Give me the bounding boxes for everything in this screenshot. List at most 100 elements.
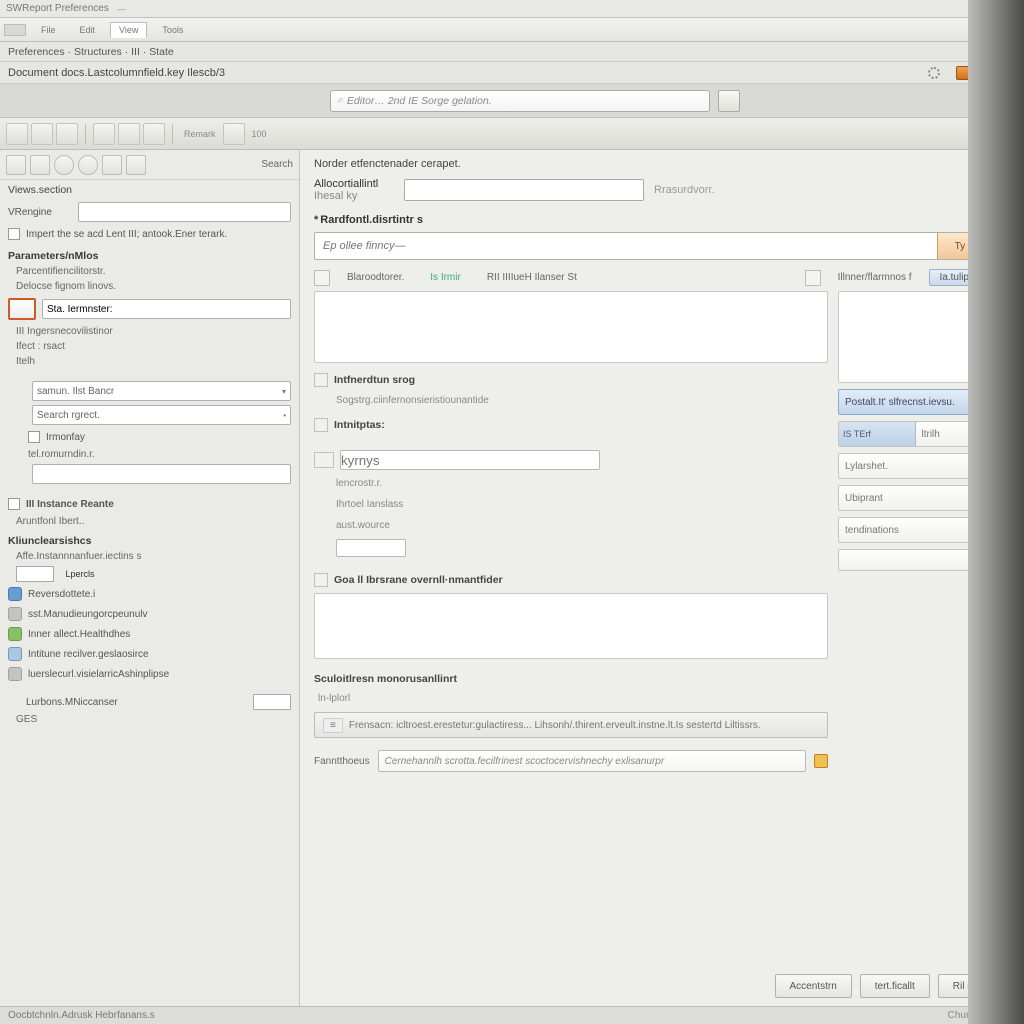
left-item-0[interactable]: Reversdottete.i xyxy=(28,589,95,600)
min-button[interactable] xyxy=(956,66,974,80)
left-blank-icon[interactable] xyxy=(8,465,26,483)
f-required: Rardfontl.disrtintr s xyxy=(314,214,1010,226)
left-bottom-input[interactable] xyxy=(253,694,291,710)
tab-4[interactable]: Illnner/flarmnos f xyxy=(829,268,921,287)
side-preview xyxy=(838,291,1010,383)
left-group-params: Parameters/nMlos xyxy=(0,244,299,264)
left-item-4[interactable]: luerslecurl.visielarricAshinplipse xyxy=(28,669,169,680)
ribbon-tab-help[interactable]: Help xyxy=(983,22,1020,38)
sect-goal: Goa ll Ibrsrane overnll·nmantfider xyxy=(334,574,503,586)
ribbon-tab-view[interactable]: View xyxy=(110,22,147,38)
bytes-input[interactable] xyxy=(340,450,600,470)
left-item-1[interactable]: sst.Manudieungorcpeunulv xyxy=(28,609,148,620)
search-go-button[interactable] xyxy=(718,90,740,112)
big-search-input[interactable] xyxy=(315,233,937,259)
left-chk1[interactable] xyxy=(8,228,20,240)
sect-intstars: Intnitptas: xyxy=(334,419,385,431)
iter-icon xyxy=(314,373,328,387)
bytes-mini-input[interactable] xyxy=(336,539,406,557)
lbtn-6[interactable] xyxy=(126,155,146,175)
ribbon-tab-file[interactable]: File xyxy=(32,22,65,38)
tb-btn-1[interactable] xyxy=(6,123,28,145)
left-combo1-text: samun. Ilst Bancr xyxy=(37,386,114,397)
left-mini-input[interactable] xyxy=(16,566,54,582)
side-box3[interactable]: Lylarshet. xyxy=(838,453,1010,479)
cancel-button[interactable]: tert.ficallt xyxy=(860,974,930,998)
left-mini-btn[interactable]: Lpercls xyxy=(60,569,100,579)
side-box5[interactable]: tendinations xyxy=(838,517,1010,543)
path-box[interactable]: Cernehannlh scrotta.fecilfrinest scoctoc… xyxy=(378,750,806,772)
lbtn-4[interactable] xyxy=(78,155,98,175)
left-item-3[interactable]: Intitune recilver.geslaosirce xyxy=(28,649,149,660)
left-sel1[interactable]: Search rgrect.• xyxy=(32,405,291,425)
tb-btn-6[interactable] xyxy=(143,123,165,145)
left-field1-label: VRengine xyxy=(8,207,72,218)
left-panel: Search Views.section VRengine Impert the… xyxy=(0,150,300,1006)
dialog-buttons: Accentstrn tert.ficallt Ril st·rfirs xyxy=(314,964,1010,1002)
left-instance-chk[interactable] xyxy=(8,498,20,510)
left-combo-icon[interactable] xyxy=(8,382,26,400)
side-box4[interactable]: Ubiprant xyxy=(838,485,1010,511)
left-afterthumb-1: Ifect : rsact xyxy=(0,339,299,354)
ribbon-tab-edit[interactable]: Edit xyxy=(71,22,105,38)
sect-subm-sub: ln-lplorl xyxy=(314,691,828,706)
left-subline: tel.romurndin.r. xyxy=(0,447,299,462)
left-combo1[interactable]: samun. Ilst Bancr▾ xyxy=(32,381,291,401)
lbtn-2[interactable] xyxy=(30,155,50,175)
gear-icon[interactable] xyxy=(928,67,940,79)
tab-1[interactable]: Blaroodtorer. xyxy=(338,268,413,287)
intstars-icon xyxy=(314,418,328,432)
left-group-instance: III Instance Reante xyxy=(26,499,114,510)
left-group-refs: Kliunclearsishcs xyxy=(0,529,299,549)
tb-btn-5[interactable] xyxy=(118,123,140,145)
left-bottom-chk[interactable] xyxy=(8,696,20,708)
tab-chip[interactable]: Ia.tuliphorncy xyxy=(929,269,1010,286)
note-text: Frensacn: icltroest.erestetur:gulactires… xyxy=(349,720,761,731)
ribbon-tab-tools[interactable]: Tools xyxy=(153,22,192,38)
lbtn-1[interactable] xyxy=(6,155,26,175)
left-thumb-input[interactable] xyxy=(42,299,291,319)
tb-btn-7[interactable] xyxy=(223,123,245,145)
left-item-2[interactable]: Inner allect.Healthdhes xyxy=(28,629,130,640)
lbtn-5[interactable] xyxy=(102,155,122,175)
left-sel1-text: Search rgrect. xyxy=(37,410,100,421)
global-search[interactable]: ⌕ Editor… 2nd IE Sorge gelation. xyxy=(330,90,710,112)
tb-btn-3[interactable] xyxy=(56,123,78,145)
desc-textarea[interactable] xyxy=(314,291,828,363)
side-box2[interactable]: IS TErf ltrilh xyxy=(838,421,1010,447)
side-box1[interactable]: Postalt.It' slfrecnst.ievsu. xyxy=(838,389,1010,415)
ribbon-tabs: File Edit View Tools Help xyxy=(0,18,1024,42)
left-thumb-icon[interactable] xyxy=(8,298,36,320)
global-search-strip: ⌕ Editor… 2nd IE Sorge gelation. xyxy=(0,84,1024,118)
big-search-go[interactable]: Ty ig fon xyxy=(937,233,1009,259)
left-subchk-label: Irmonfay xyxy=(46,432,85,443)
filter-icon[interactable] xyxy=(1004,127,1018,141)
big-search: Ty ig fon xyxy=(314,232,1010,260)
left-button-row-label: Search xyxy=(261,159,293,170)
max-button[interactable] xyxy=(977,66,995,80)
status-bar: Oocbtchnln.Adrusk Hebrfanans.s Churie fi… xyxy=(0,1006,1024,1024)
bytes-i2: aust.wource xyxy=(314,518,828,533)
lbtn-3[interactable] xyxy=(54,155,74,175)
side-box2-r: ltrilh xyxy=(916,429,1010,440)
apply-button[interactable]: Ril st·rfirs xyxy=(938,974,1010,998)
side-box6[interactable] xyxy=(838,549,1010,571)
tb-btn-4[interactable] xyxy=(93,123,115,145)
tab-2[interactable]: Is Irmir xyxy=(421,268,470,287)
title-bar: SWReport Preferences — xyxy=(0,0,1024,18)
form-header: Norder etfenctenader cerapet. xyxy=(314,158,1010,170)
left-sel-icon[interactable] xyxy=(8,406,26,424)
tab-3[interactable]: RII IIIIueH Ilanser St xyxy=(478,268,586,287)
goal-textarea[interactable] xyxy=(314,593,828,659)
left-blank-input[interactable] xyxy=(32,464,291,484)
left-field1-input[interactable] xyxy=(78,202,291,222)
left-subchk[interactable] xyxy=(28,431,40,443)
document-path: Document docs.Lastcolumnfield.key Ilescb… xyxy=(8,67,225,79)
ok-button[interactable]: Accentstrn xyxy=(775,974,852,998)
f-alloc-input[interactable] xyxy=(404,179,644,201)
tb-btn-2[interactable] xyxy=(31,123,53,145)
side-box2-l: IS TErf xyxy=(839,422,916,446)
bytes-chip-icon xyxy=(314,452,334,468)
close-button[interactable] xyxy=(998,66,1016,80)
note-bar: ≡ Frensacn: icltroest.erestetur:gulactir… xyxy=(314,712,828,738)
